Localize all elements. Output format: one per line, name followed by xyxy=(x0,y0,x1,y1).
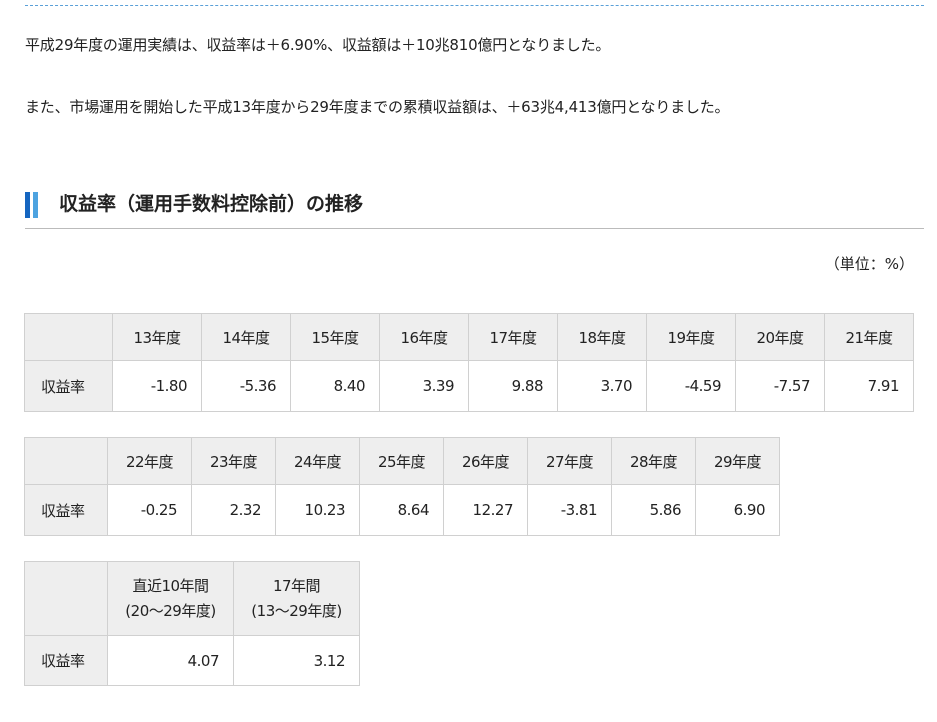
header-cell: 16年度 xyxy=(379,313,469,361)
header-cell: 18年度 xyxy=(557,313,647,361)
returns-table-13-21: 13年度 14年度 15年度 16年度 17年度 18年度 19年度 20年度 … xyxy=(24,313,914,412)
value-cell: -5.36 xyxy=(201,360,291,412)
header-cell: 25年度 xyxy=(359,437,444,485)
header-cell: 17年間 (13～29年度) xyxy=(233,561,360,636)
header-cell: 22年度 xyxy=(107,437,192,485)
header-line: (13～29年度) xyxy=(251,601,342,620)
header-cell: 21年度 xyxy=(824,313,914,361)
table-header-row: 直近10年間 (20～29年度) 17年間 (13～29年度) xyxy=(24,561,360,636)
value-cell: 7.91 xyxy=(824,360,914,412)
header-cell: 28年度 xyxy=(611,437,696,485)
header-line: 17年間 xyxy=(272,576,321,595)
value-cell: -4.59 xyxy=(646,360,736,412)
value-cell: -0.25 xyxy=(107,484,192,536)
value-cell: 4.07 xyxy=(107,635,234,686)
value-cell: 5.86 xyxy=(611,484,696,536)
section-heading: 収益率（運用手数料控除前）の推移 xyxy=(25,186,924,229)
header-cell: 19年度 xyxy=(646,313,736,361)
header-cell: 15年度 xyxy=(290,313,380,361)
value-cell: -1.80 xyxy=(112,360,202,412)
value-cell: 9.88 xyxy=(468,360,558,412)
header-cell: 29年度 xyxy=(695,437,780,485)
table-corner-cell xyxy=(24,313,113,361)
header-cell: 13年度 xyxy=(112,313,202,361)
returns-table-22-29: 22年度 23年度 24年度 25年度 26年度 27年度 28年度 29年度 … xyxy=(24,437,780,536)
row-label: 収益率 xyxy=(24,484,108,536)
table-row: 収益率 -1.80 -5.36 8.40 3.39 9.88 3.70 -4.5… xyxy=(24,360,914,412)
intro-paragraph-2: また、市場運用を開始した平成13年度から29年度までの累積収益額は、＋63兆4,… xyxy=(25,98,730,116)
dashed-divider xyxy=(25,5,924,6)
value-cell: -3.81 xyxy=(527,484,612,536)
table-header-row: 13年度 14年度 15年度 16年度 17年度 18年度 19年度 20年度 … xyxy=(24,313,914,361)
value-cell: 12.27 xyxy=(443,484,528,536)
table-corner-cell xyxy=(24,561,108,636)
value-cell: 6.90 xyxy=(695,484,780,536)
heading-accent-bar xyxy=(33,192,38,218)
header-cell: 23年度 xyxy=(191,437,276,485)
value-cell: 2.32 xyxy=(191,484,276,536)
unit-label: （単位：%） xyxy=(824,255,914,273)
returns-table-period-average: 直近10年間 (20～29年度) 17年間 (13～29年度) 収益率 4.07… xyxy=(24,561,360,686)
intro-paragraph-1: 平成29年度の運用実績は、収益率は＋6.90%、収益額は＋10兆810億円となり… xyxy=(25,36,611,54)
table-header-row: 22年度 23年度 24年度 25年度 26年度 27年度 28年度 29年度 xyxy=(24,437,780,485)
header-cell: 20年度 xyxy=(735,313,825,361)
row-label: 収益率 xyxy=(24,635,108,686)
header-cell: 14年度 xyxy=(201,313,291,361)
header-line: 直近10年間 xyxy=(132,576,209,595)
value-cell: 3.70 xyxy=(557,360,647,412)
value-cell: 10.23 xyxy=(275,484,360,536)
value-cell: 3.39 xyxy=(379,360,469,412)
table-row: 収益率 4.07 3.12 xyxy=(24,635,360,686)
heading-accent-bar xyxy=(25,192,30,218)
header-cell: 26年度 xyxy=(443,437,528,485)
value-cell: 8.64 xyxy=(359,484,444,536)
section-title: 収益率（運用手数料控除前）の推移 xyxy=(59,193,364,215)
header-cell: 27年度 xyxy=(527,437,612,485)
value-cell: -7.57 xyxy=(735,360,825,412)
header-line: (20～29年度) xyxy=(125,601,216,620)
header-cell: 直近10年間 (20～29年度) xyxy=(107,561,234,636)
table-corner-cell xyxy=(24,437,108,485)
value-cell: 8.40 xyxy=(290,360,380,412)
value-cell: 3.12 xyxy=(233,635,360,686)
row-label: 収益率 xyxy=(24,360,113,412)
table-row: 収益率 -0.25 2.32 10.23 8.64 12.27 -3.81 5.… xyxy=(24,484,780,536)
header-cell: 17年度 xyxy=(468,313,558,361)
header-cell: 24年度 xyxy=(275,437,360,485)
